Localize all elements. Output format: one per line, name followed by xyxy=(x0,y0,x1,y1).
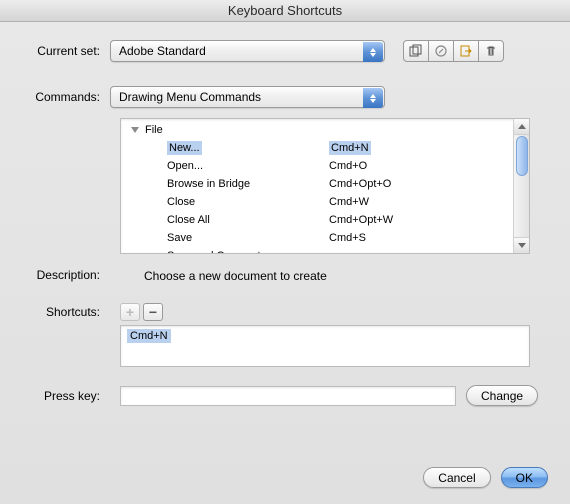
change-button[interactable]: Change xyxy=(466,385,538,406)
description-label: Description: xyxy=(22,268,110,283)
commands-row: Commands: Drawing Menu Commands xyxy=(22,86,550,108)
shortcuts-header: Shortcuts: + − xyxy=(22,303,550,321)
command-shortcut: Cmd+S xyxy=(329,232,529,244)
commands-label: Commands: xyxy=(22,90,110,104)
window-title: Keyboard Shortcuts xyxy=(0,0,570,22)
command-name: Save and Compact xyxy=(121,250,329,254)
cancel-button[interactable]: Cancel xyxy=(423,467,490,488)
shortcut-item[interactable]: Cmd+N xyxy=(127,329,171,343)
command-name: Save xyxy=(121,232,329,244)
current-set-row: Current set: Adobe Standard xyxy=(22,40,550,62)
duplicate-icon xyxy=(409,44,423,58)
tree-group-label: File xyxy=(139,124,163,136)
command-row[interactable]: CloseCmd+W xyxy=(121,193,529,211)
command-shortcut: Cmd+N xyxy=(329,142,529,154)
command-row[interactable]: Save and Compact xyxy=(121,247,529,254)
pencil-circle-icon xyxy=(434,44,448,58)
command-shortcut: Cmd+W xyxy=(329,196,529,208)
command-shortcut: Cmd+Opt+W xyxy=(329,214,529,226)
current-set-select[interactable]: Adobe Standard xyxy=(110,40,385,62)
current-set-value: Adobe Standard xyxy=(119,44,206,58)
rename-set-button[interactable] xyxy=(428,40,454,62)
command-shortcut: Cmd+O xyxy=(329,160,529,172)
command-shortcut: Cmd+Opt+O xyxy=(329,178,529,190)
command-name: Close All xyxy=(121,214,329,226)
commands-select[interactable]: Drawing Menu Commands xyxy=(110,86,385,108)
add-shortcut-button[interactable]: + xyxy=(120,303,140,321)
command-name: Close xyxy=(121,196,329,208)
scroll-up-arrow-icon[interactable] xyxy=(514,119,530,135)
press-key-input[interactable] xyxy=(120,386,456,406)
scrollbar[interactable] xyxy=(513,119,529,253)
command-row[interactable]: Browse in BridgeCmd+Opt+O xyxy=(121,175,529,193)
export-icon xyxy=(459,44,473,58)
disclosure-triangle-icon xyxy=(131,127,139,133)
current-set-label: Current set: xyxy=(22,44,110,58)
trash-icon xyxy=(484,44,498,58)
command-row[interactable]: Close AllCmd+Opt+W xyxy=(121,211,529,229)
chevron-updown-icon xyxy=(363,88,383,108)
export-set-button[interactable] xyxy=(453,40,479,62)
remove-shortcut-button[interactable]: − xyxy=(143,303,163,321)
commands-tree[interactable]: File New...Cmd+NOpen...Cmd+OBrowse in Br… xyxy=(120,118,530,254)
scroll-thumb[interactable] xyxy=(516,136,528,176)
description-row: Description: Choose a new document to cr… xyxy=(22,268,550,283)
delete-set-button[interactable] xyxy=(478,40,504,62)
press-key-label: Press key: xyxy=(22,389,110,403)
duplicate-set-button[interactable] xyxy=(403,40,429,62)
description-text: Choose a new document to create xyxy=(144,268,327,283)
command-row[interactable]: SaveCmd+S xyxy=(121,229,529,247)
command-name: New... xyxy=(121,142,329,154)
tree-group-row[interactable]: File xyxy=(121,121,529,139)
command-name: Browse in Bridge xyxy=(121,178,329,190)
scroll-down-arrow-icon[interactable] xyxy=(514,237,530,253)
shortcuts-label: Shortcuts: xyxy=(22,305,110,319)
command-name: Open... xyxy=(121,160,329,172)
command-row[interactable]: New...Cmd+N xyxy=(121,139,529,157)
command-row[interactable]: Open...Cmd+O xyxy=(121,157,529,175)
chevron-updown-icon xyxy=(363,42,383,62)
ok-button[interactable]: OK xyxy=(501,467,548,488)
commands-value: Drawing Menu Commands xyxy=(119,90,261,104)
shortcuts-list[interactable]: Cmd+N xyxy=(120,325,530,367)
press-key-row: Press key: Change xyxy=(22,385,550,406)
